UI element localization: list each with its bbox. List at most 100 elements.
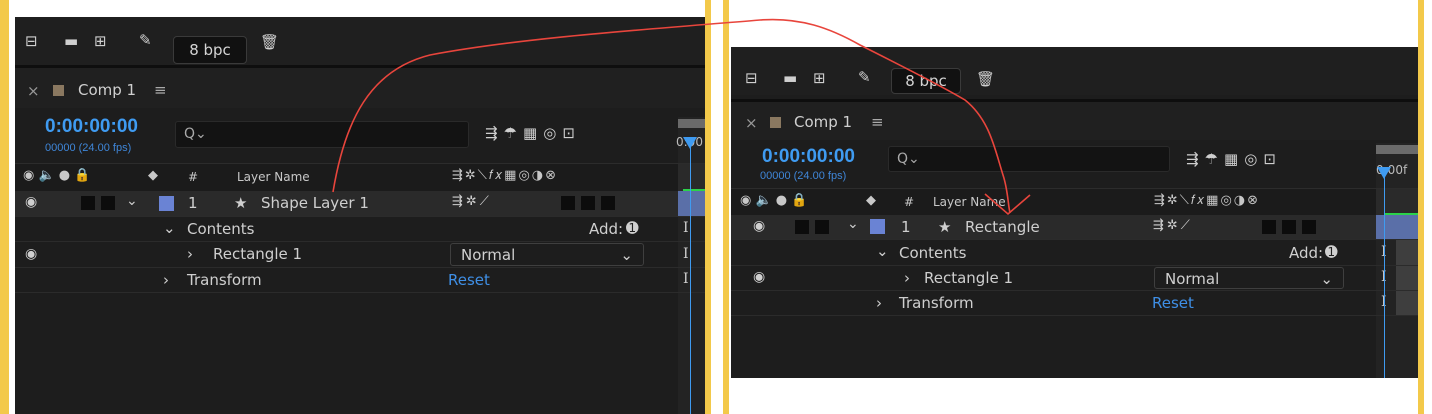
shape-layer-star-icon: ★	[234, 194, 248, 212]
eye-icon[interactable]: ◉	[25, 246, 37, 262]
frame-blend-icon[interactable]: ▦	[1224, 150, 1244, 168]
twirl-right-icon[interactable]: ›	[876, 294, 882, 312]
reset-link[interactable]: Reset	[1152, 294, 1194, 312]
layer-search-input[interactable]: Q⌄	[888, 146, 1170, 172]
motion-blur-icon[interactable]: ◎	[1244, 150, 1263, 168]
twirl-down-icon[interactable]: ⌄	[163, 219, 176, 237]
project-flowchart-icon[interactable]: ⊟	[745, 68, 758, 88]
eye-icon[interactable]: ◉	[753, 269, 765, 285]
layer-switches[interactable]: ⇶✲⟋	[452, 194, 492, 209]
motion-blur-icon[interactable]: ◎	[543, 124, 562, 142]
audio-switch[interactable]	[795, 220, 809, 234]
column-layer-name[interactable]: Layer Name	[933, 195, 1006, 209]
layer-switches[interactable]: ⇶✲⟋	[1153, 218, 1193, 233]
frame-count-display: 00000 (24.00 fps)	[45, 142, 132, 154]
rectangle-row[interactable]: ◉ › Rectangle 1 Normal ⌄ I	[15, 242, 705, 268]
parent-switch-3[interactable]	[601, 196, 615, 210]
parent-switch-3[interactable]	[1302, 220, 1316, 234]
transform-label: Transform	[187, 271, 262, 289]
parent-switch-1[interactable]	[561, 196, 575, 210]
layer-search-input[interactable]: Q⌄	[175, 121, 469, 148]
graph-editor-icon[interactable]: ⊡	[562, 124, 581, 142]
solo-switch[interactable]	[101, 196, 115, 210]
layer-row[interactable]: ◉ ⌄ 1 ★ Shape Layer 1 ⇶✲⟋	[15, 191, 705, 217]
parent-switch-2[interactable]	[1282, 220, 1296, 234]
current-time-display[interactable]: 0:00:00:00	[45, 116, 138, 138]
layer-label-color[interactable]	[159, 196, 174, 211]
work-area-bar[interactable]	[1376, 145, 1418, 154]
panel-menu-icon[interactable]: ≡	[154, 81, 167, 99]
rectangle-row[interactable]: ◉ › Rectangle 1 Normal ⌄ I	[731, 266, 1418, 291]
rectangle-label[interactable]: Rectangle 1	[213, 245, 302, 263]
layer-row[interactable]: ◉ ⌄ 1 ★ Rectangle ⇶✲⟋	[731, 215, 1418, 240]
tab-comp-1[interactable]: Comp 1	[78, 81, 136, 99]
add-circle-icon[interactable]: ➊	[1325, 243, 1338, 261]
add-label[interactable]: Add:	[1289, 244, 1323, 262]
reset-link[interactable]: Reset	[448, 271, 490, 289]
draft-3d-icon[interactable]: ⇶	[485, 124, 504, 142]
composition-icon[interactable]: ⊞	[813, 68, 826, 88]
eye-icon[interactable]: ◉	[753, 218, 765, 234]
frame-bar-middle-left	[705, 0, 711, 414]
blend-mode-select[interactable]: Normal ⌄	[450, 243, 644, 266]
current-time-display[interactable]: 0:00:00:00	[762, 146, 855, 168]
tab-comp-1[interactable]: Comp 1	[794, 113, 852, 131]
graph-editor-icon[interactable]: ⊡	[1263, 150, 1282, 168]
twirl-down-icon[interactable]: ⌄	[126, 193, 138, 209]
frame-bar-left	[0, 0, 9, 414]
av-features-icons: ◉ 🔈 ● 🔒	[740, 193, 808, 208]
ibeam-icon: I	[683, 271, 689, 287]
rectangle-label[interactable]: Rectangle 1	[924, 269, 1013, 287]
contents-row[interactable]: ⌄ Contents Add: ➊ I	[731, 240, 1418, 266]
ibeam-icon: I	[683, 220, 689, 236]
add-label[interactable]: Add:	[589, 220, 623, 238]
label-icon: ◆	[148, 168, 158, 183]
add-circle-icon[interactable]: ➊	[626, 219, 639, 237]
solo-switch[interactable]	[815, 220, 829, 234]
trash-icon[interactable]: 🗑	[260, 32, 279, 52]
composition-icon[interactable]: ⊞	[94, 31, 107, 51]
layer-name[interactable]: Shape Layer 1	[261, 194, 369, 212]
audio-switch[interactable]	[81, 196, 95, 210]
parent-switch-2[interactable]	[581, 196, 595, 210]
layer-duration-bar[interactable]	[678, 191, 705, 216]
layer-column-header: ◉ 🔈 ● 🔒 ◆ # Layer Name ⇶✲⟍𝑓𝑥▦◎◑⊗	[15, 163, 705, 192]
contents-row[interactable]: ⌄ Contents Add: ➊ I	[15, 217, 705, 242]
close-tab-icon[interactable]: ×	[745, 114, 758, 132]
folder-icon[interactable]: ▬	[783, 68, 797, 88]
work-area-bar[interactable]	[678, 119, 705, 128]
twirl-right-icon[interactable]: ›	[187, 245, 193, 263]
twirl-right-icon[interactable]: ›	[904, 269, 910, 287]
close-tab-icon[interactable]: ×	[27, 82, 40, 100]
bit-depth-button[interactable]: 8 bpc	[891, 68, 961, 94]
switches-header-icons: ⇶✲⟍𝑓𝑥▦◎◑⊗	[452, 168, 559, 183]
twirl-down-icon[interactable]: ⌄	[847, 216, 859, 232]
layer-label-color[interactable]	[870, 219, 885, 234]
bit-depth-button[interactable]: 8 bpc	[173, 36, 247, 64]
frame-bar-right	[1418, 0, 1424, 414]
frame-blend-icon[interactable]: ▦	[523, 124, 543, 142]
panel-menu-icon[interactable]: ≡	[871, 113, 884, 131]
transform-row[interactable]: › Transform Reset I	[731, 291, 1418, 316]
column-layer-name[interactable]: Layer Name	[237, 170, 310, 184]
brush-icon[interactable]: ✎	[139, 30, 152, 50]
label-icon: ◆	[866, 193, 876, 208]
project-flowchart-icon[interactable]: ⊟	[25, 31, 38, 51]
transform-row[interactable]: › Transform Reset I	[15, 268, 705, 293]
trash-icon[interactable]: 🗑	[976, 69, 995, 89]
brush-icon[interactable]: ✎	[858, 67, 871, 87]
layer-index: 1	[901, 218, 911, 236]
parent-switch-1[interactable]	[1262, 220, 1276, 234]
twirl-right-icon[interactable]: ›	[163, 271, 169, 289]
layer-duration-bar[interactable]	[1376, 215, 1418, 239]
draft-3d-icon[interactable]: ⇶	[1186, 150, 1205, 168]
eye-icon[interactable]: ◉	[25, 194, 37, 210]
shy-icon[interactable]: ☂	[1205, 150, 1224, 168]
twirl-down-icon[interactable]: ⌄	[876, 242, 889, 260]
layer-name[interactable]: Rectangle	[965, 218, 1040, 236]
shy-icon[interactable]: ☂	[504, 124, 523, 142]
blend-mode-select[interactable]: Normal ⌄	[1154, 267, 1344, 289]
folder-icon[interactable]: ▬	[64, 31, 78, 51]
timeline-switch-icons: ⇶☂▦◎⊡	[1186, 150, 1282, 168]
timeline-track	[1396, 266, 1418, 290]
